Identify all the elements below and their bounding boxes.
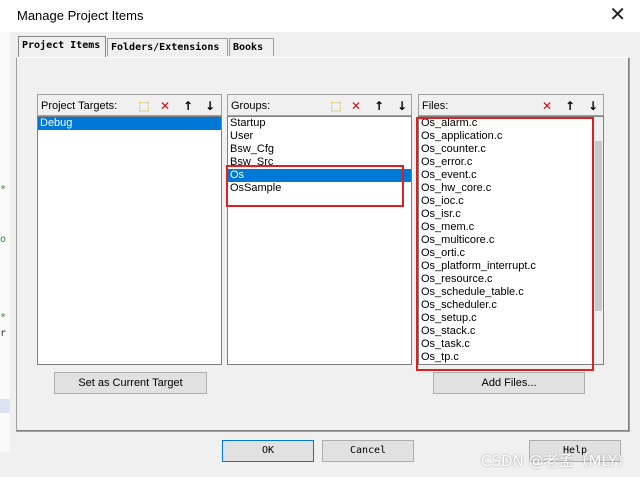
set-current-target-button[interactable]: Set as Current Target [54, 372, 207, 394]
project-targets-header: Project Targets: ⬚ ✕ ↑ ↓ [37, 94, 222, 116]
move-up-icon[interactable]: ↑ [371, 98, 387, 114]
background-comment-mark: * [0, 184, 7, 195]
move-up-icon[interactable]: ↑ [562, 98, 578, 114]
list-item-file[interactable]: Os_orti.c [419, 247, 603, 260]
files-list[interactable]: Os_alarm.c Os_application.c Os_counter.c… [418, 116, 604, 365]
project-targets-list[interactable]: Debug [37, 116, 222, 365]
list-item-group[interactable]: Os [228, 169, 411, 182]
project-targets-label: Project Targets: [41, 100, 118, 112]
list-item-file[interactable]: Os_schedule_table.c [419, 286, 603, 299]
groups-list[interactable]: Startup User Bsw_Cfg Bsw_Src Os OsSample [227, 116, 412, 365]
list-item-file[interactable]: Os_hw_core.c [419, 182, 603, 195]
groups-label: Groups: [231, 100, 271, 112]
list-item-file[interactable]: Os_ioc.c [419, 195, 603, 208]
title-bar[interactable]: Manage Project Items ✕ [0, 0, 640, 32]
list-item-file[interactable]: Os_application.c [419, 130, 603, 143]
list-item-file[interactable]: Os_counter.c [419, 143, 603, 156]
list-item-target[interactable]: Debug [38, 117, 221, 130]
project-targets-panel: Project Targets: ⬚ ✕ ↑ ↓ Debug [37, 94, 222, 365]
list-item-group[interactable]: Bsw_Cfg [228, 143, 411, 156]
list-item-file[interactable]: Os_platform_interrupt.c [419, 260, 603, 273]
files-scrollbar[interactable] [594, 117, 603, 364]
list-item-file[interactable]: Os_event.c [419, 169, 603, 182]
add-files-button[interactable]: Add Files... [433, 372, 585, 394]
delete-icon[interactable]: ✕ [157, 98, 173, 114]
tab-books[interactable]: Books [229, 38, 274, 56]
list-item-file[interactable]: Os_stack.c [419, 325, 603, 338]
background-code-mark: r [0, 328, 7, 339]
delete-icon[interactable]: ✕ [348, 98, 364, 114]
background-comment-mark: o [0, 234, 7, 245]
move-down-icon[interactable]: ↓ [202, 98, 218, 114]
move-down-icon[interactable]: ↓ [394, 98, 410, 114]
groups-header: Groups: ⬚ ✕ ↑ ↓ [227, 94, 412, 116]
dialog-title: Manage Project Items [17, 8, 144, 23]
ok-button[interactable]: OK [222, 440, 314, 462]
list-item-file[interactable]: Os_resource.c [419, 273, 603, 286]
list-item-file[interactable]: Os_alarm.c [419, 117, 603, 130]
background-editor-edge [0, 399, 10, 413]
new-icon[interactable]: ⬚ [328, 98, 344, 114]
groups-panel: Groups: ⬚ ✕ ↑ ↓ Startup User Bsw_Cfg Bsw… [227, 94, 412, 365]
list-item-file[interactable]: Os_setup.c [419, 312, 603, 325]
list-item-group[interactable]: User [228, 130, 411, 143]
list-item-file[interactable]: Os_isr.c [419, 208, 603, 221]
delete-icon[interactable]: ✕ [539, 98, 555, 114]
files-panel: Files: ✕ ↑ ↓ Os_alarm.c Os_application.c… [418, 94, 604, 365]
list-item-group[interactable]: Bsw_Src [228, 156, 411, 169]
files-scroll-thumb[interactable] [595, 141, 602, 311]
background-comment-mark: * [0, 312, 7, 323]
list-item-file[interactable]: Os_mem.c [419, 221, 603, 234]
list-item-file[interactable]: Os_error.c [419, 156, 603, 169]
watermark: CSDN @老孟（MLY） [480, 452, 632, 470]
list-item-file[interactable]: Os_scheduler.c [419, 299, 603, 312]
move-up-icon[interactable]: ↑ [180, 98, 196, 114]
manage-project-items-dialog: Manage Project Items ✕ * o * r Project I… [0, 0, 640, 477]
list-item-group[interactable]: OsSample [228, 182, 411, 195]
list-item-file[interactable]: Os_multicore.c [419, 234, 603, 247]
tab-project-items[interactable]: Project Items [18, 36, 106, 57]
new-icon[interactable]: ⬚ [136, 98, 152, 114]
list-item-file[interactable]: Os_task.c [419, 338, 603, 351]
close-icon[interactable]: ✕ [609, 4, 626, 24]
files-label: Files: [422, 100, 449, 112]
list-item-group[interactable]: Startup [228, 117, 411, 130]
list-item-file[interactable]: Os_tp.c [419, 351, 603, 364]
cancel-button[interactable]: Cancel [322, 440, 414, 462]
files-header: Files: ✕ ↑ ↓ [418, 94, 604, 116]
tab-folders-extensions[interactable]: Folders/Extensions [107, 38, 228, 56]
move-down-icon[interactable]: ↓ [585, 98, 601, 114]
